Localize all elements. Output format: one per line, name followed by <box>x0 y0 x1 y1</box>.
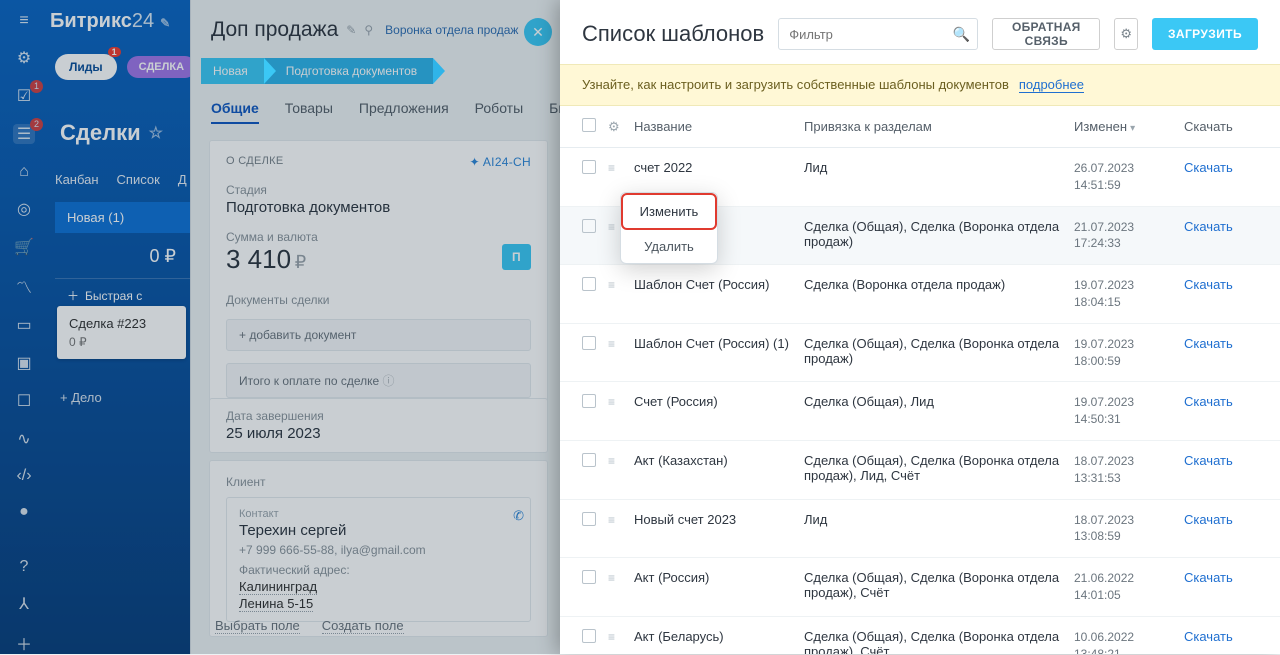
row-checkbox[interactable] <box>582 570 596 584</box>
row-menu-icon[interactable]: ≡ <box>608 278 614 292</box>
row-date: 19.07.202318:04:15 <box>1074 277 1184 311</box>
row-download-link[interactable]: Скачать <box>1184 512 1233 527</box>
row-download-link[interactable]: Скачать <box>1184 394 1233 409</box>
row-download-link[interactable]: Скачать <box>1184 453 1233 468</box>
row-binding: Сделка (Общая), Сделка (Воронка отдела п… <box>804 570 1074 600</box>
table-row[interactable]: ≡ Акт (Россия)Сделка (Общая), Сделка (Вор… <box>560 558 1280 617</box>
row-binding: Сделка (Общая), Сделка (Воронка отдела п… <box>804 629 1074 654</box>
row-binding: Сделка (Общая), Сделка (Воронка отдела п… <box>804 453 1074 483</box>
row-checkbox[interactable] <box>582 277 596 291</box>
table-row[interactable]: ≡ Новый счет 2023Лид18.07.202313:08:59Ска… <box>560 500 1280 559</box>
table-row[interactable]: ≡ Шаблон Счет (Россия) (1)Сделка (Общая),… <box>560 324 1280 383</box>
table-row[interactable]: ≡ Акт (Беларусь)Сделка (Общая), Сделка (В… <box>560 617 1280 654</box>
col-bind[interactable]: Привязка к разделам <box>804 119 1074 134</box>
table-row[interactable]: ≡ Счет (Россия)Сделка (Общая), Лид19.07.2… <box>560 382 1280 441</box>
row-download-link[interactable]: Скачать <box>1184 277 1233 292</box>
row-checkbox[interactable] <box>582 336 596 350</box>
row-date: 19.07.202318:00:59 <box>1074 336 1184 370</box>
row-download-link[interactable]: Скачать <box>1184 570 1233 585</box>
select-all-checkbox[interactable] <box>582 118 596 132</box>
row-checkbox[interactable] <box>582 453 596 467</box>
row-name: Акт (Россия) <box>634 570 804 585</box>
row-menu-icon[interactable]: ≡ <box>608 161 614 175</box>
gear-icon[interactable]: ⚙ <box>608 119 634 135</box>
row-date: 18.07.202313:08:59 <box>1074 512 1184 546</box>
row-name: Шаблон Счет (Россия) <box>634 277 804 292</box>
feedback-button[interactable]: ОБРАТНАЯ СВЯЗЬ <box>992 18 1100 50</box>
upload-button[interactable]: ЗАГРУЗИТЬ <box>1152 18 1258 50</box>
row-context-menu: Изменить Удалить <box>620 192 718 264</box>
row-name: Акт (Казахстан) <box>634 453 804 468</box>
row-name: Акт (Беларусь) <box>634 629 804 644</box>
table-header: ⚙ Название Привязка к разделам Изменен▾ … <box>560 106 1280 148</box>
row-date: 21.06.202214:01:05 <box>1074 570 1184 604</box>
row-binding: Сделка (Общая), Сделка (Воронка отдела п… <box>804 219 1074 249</box>
row-checkbox[interactable] <box>582 629 596 643</box>
row-menu-icon[interactable]: ≡ <box>608 571 614 585</box>
row-menu-icon[interactable]: ≡ <box>608 454 614 468</box>
row-menu-icon[interactable]: ≡ <box>608 513 614 527</box>
row-download-link[interactable]: Скачать <box>1184 336 1233 351</box>
row-binding: Сделка (Общая), Лид <box>804 394 1074 409</box>
row-menu-icon[interactable]: ≡ <box>608 395 614 409</box>
templates-title: Список шаблонов <box>582 21 764 47</box>
table-row[interactable]: ≡ Шаблон Счет (Россия)Сделка (Воронка отд… <box>560 265 1280 324</box>
templates-panel: Список шаблонов 🔍 ОБРАТНАЯ СВЯЗЬ ⚙ ЗАГРУ… <box>560 0 1280 654</box>
row-checkbox[interactable] <box>582 512 596 526</box>
col-date[interactable]: Изменен▾ <box>1074 119 1184 134</box>
settings-button[interactable]: ⚙ <box>1114 18 1138 50</box>
row-name: Счет (Россия) <box>634 394 804 409</box>
row-download-link[interactable]: Скачать <box>1184 219 1233 234</box>
row-checkbox[interactable] <box>582 219 596 233</box>
row-name: Новый счет 2023 <box>634 512 804 527</box>
row-name: Шаблон Счет (Россия) (1) <box>634 336 804 351</box>
row-binding: Лид <box>804 512 1074 527</box>
filter-input[interactable] <box>778 18 978 50</box>
row-date: 26.07.202314:51:59 <box>1074 160 1184 194</box>
col-name[interactable]: Название <box>634 119 804 134</box>
banner-text: Узнайте, как настроить и загрузить собст… <box>582 77 1009 93</box>
row-download-link[interactable]: Скачать <box>1184 629 1233 644</box>
row-menu-icon[interactable]: ≡ <box>608 337 614 351</box>
row-checkbox[interactable] <box>582 394 596 408</box>
sort-desc-icon: ▾ <box>1130 123 1135 134</box>
row-checkbox[interactable] <box>582 160 596 174</box>
row-binding: Лид <box>804 160 1074 175</box>
col-download[interactable]: Скачать <box>1184 119 1258 134</box>
row-name: счет 2022 <box>634 160 804 175</box>
table-row[interactable]: ≡ Акт (Казахстан)Сделка (Общая), Сделка (… <box>560 441 1280 500</box>
row-download-link[interactable]: Скачать <box>1184 160 1233 175</box>
templates-header: Список шаблонов 🔍 ОБРАТНАЯ СВЯЗЬ ⚙ ЗАГРУ… <box>560 0 1280 64</box>
search-icon[interactable]: 🔍 <box>953 26 970 43</box>
ctx-delete[interactable]: Удалить <box>621 230 717 263</box>
row-binding: Сделка (Общая), Сделка (Воронка отдела п… <box>804 336 1074 366</box>
row-menu-icon[interactable]: ≡ <box>608 630 614 644</box>
row-date: 21.07.202317:24:33 <box>1074 219 1184 253</box>
row-binding: Сделка (Воронка отдела продаж) <box>804 277 1074 292</box>
row-date: 18.07.202313:31:53 <box>1074 453 1184 487</box>
row-date: 10.06.202213:48:21 <box>1074 629 1184 654</box>
info-banner: Узнайте, как настроить и загрузить собст… <box>560 64 1280 106</box>
search-box: 🔍 <box>778 18 978 50</box>
banner-link[interactable]: подробнее <box>1019 77 1084 93</box>
row-menu-icon[interactable]: ≡ <box>608 220 614 234</box>
ctx-edit[interactable]: Изменить <box>621 193 717 230</box>
row-date: 19.07.202314:50:31 <box>1074 394 1184 428</box>
